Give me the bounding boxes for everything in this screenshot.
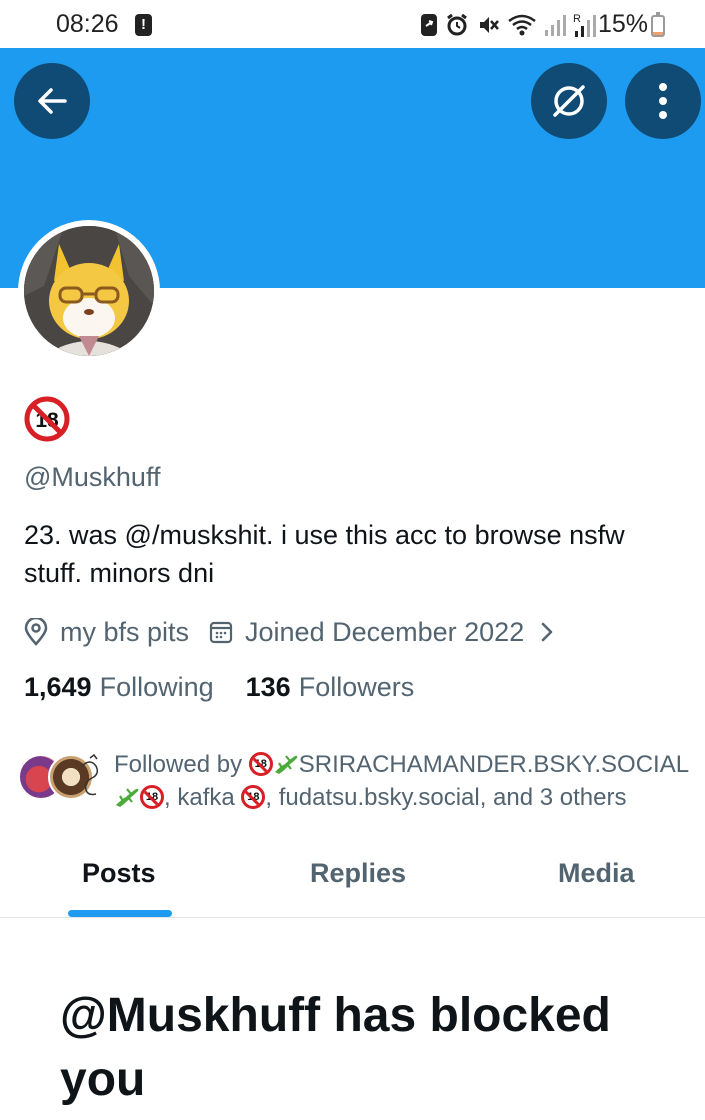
profile-location: my bfs pits: [60, 616, 190, 647]
status-bar: 08:26 ! R 15%: [0, 0, 705, 48]
blocked-message: @Muskhuff has blocked you: [60, 989, 611, 1106]
more-options-button[interactable]: [625, 63, 701, 139]
followed-by-avatars[interactable]: [18, 753, 110, 804]
no-under-18-icon: 18: [140, 785, 164, 809]
follower-avatar: [76, 753, 110, 800]
follower-name-1: SRIRACHAMANDER.BSKY.SOCIAL: [298, 751, 689, 778]
wifi-icon: [508, 14, 536, 36]
chevron-right-icon[interactable]: [540, 621, 554, 643]
status-time: 08:26: [56, 10, 119, 38]
back-button[interactable]: [14, 63, 90, 139]
active-tab-indicator: [68, 910, 172, 917]
profile-joined: Joined December 2022: [245, 616, 525, 647]
calendar-icon: [209, 621, 233, 644]
grok-icon: [553, 85, 585, 117]
sync-icon: [421, 14, 437, 36]
display-name: 18: [24, 396, 70, 447]
no-under-18-icon: 18: [24, 396, 70, 442]
grok-button[interactable]: [531, 63, 607, 139]
following-label: Following: [99, 672, 214, 702]
location-pin-icon: [24, 618, 48, 646]
notification-alert-icon: !: [135, 14, 152, 36]
avatar-image: [24, 226, 154, 356]
followers-count: 136: [245, 672, 291, 702]
status-icons: R: [420, 13, 597, 37]
follower-separator: ,: [164, 784, 171, 811]
followers-link[interactable]: 136 Followers: [246, 672, 415, 703]
more-vertical-icon: [659, 83, 667, 119]
tab-media[interactable]: Media: [558, 858, 635, 889]
svg-text:R: R: [573, 13, 581, 25]
profile-stats: 1,649 Following 136 Followers: [24, 672, 414, 703]
roaming-signal-icon: R: [573, 13, 596, 37]
lizard-icon: [116, 788, 139, 807]
followed-by-prefix: Followed by: [114, 751, 243, 778]
arrow-left-icon: [38, 88, 67, 114]
following-link[interactable]: 1,649 Following: [24, 672, 214, 703]
follower-doodle: [81, 753, 99, 796]
signal-icon: [545, 15, 566, 36]
profile-bio: 23. was @/muskshit. i use this acc to br…: [24, 520, 625, 588]
profile-avatar[interactable]: [18, 220, 160, 362]
followed-by-tail: , fudatsu.bsky.social, and 3 others: [265, 784, 627, 811]
tab-posts[interactable]: Posts: [82, 858, 156, 889]
profile-tabs: Posts Replies Media: [0, 836, 705, 918]
profile-handle: @Muskhuff: [24, 462, 161, 492]
tab-replies[interactable]: Replies: [310, 858, 406, 889]
no-under-18-icon: 18: [241, 785, 266, 809]
battery-percent: 15%: [598, 10, 649, 38]
battery-icon: [651, 12, 665, 37]
lizard-icon: [274, 755, 297, 774]
follower-name-2: kafka: [177, 784, 235, 811]
followers-label: Followers: [298, 672, 415, 702]
mute-icon: [480, 17, 499, 33]
following-count: 1,649: [24, 672, 92, 702]
followed-by-text[interactable]: Followed by 18 SRIRACHAMANDER.BSKY.SOCIAL…: [114, 748, 694, 814]
profile-meta: my bfs pits Joined December 2022: [24, 614, 554, 650]
no-under-18-icon: 18: [248, 752, 273, 776]
alarm-icon: [447, 13, 467, 36]
